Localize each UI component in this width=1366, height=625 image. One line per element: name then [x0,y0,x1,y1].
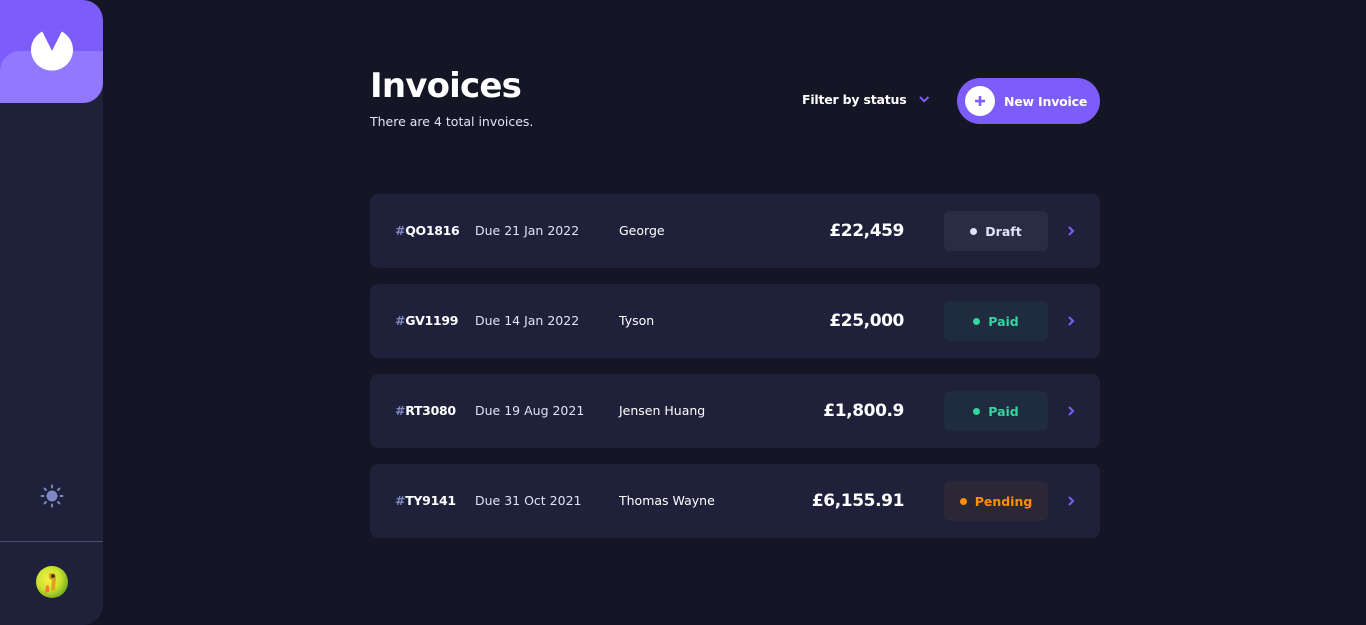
invoice-client-name: Tyson [619,313,655,328]
invoice-client-name: George [619,223,665,238]
invoice-count-text: There are 4 total invoices. [370,114,534,129]
invoice-row[interactable]: #QO1816 Due 21 Jan 2022 George £22,459 D… [370,194,1100,268]
invoice-id: #GV1199 [395,313,459,328]
status-dot [959,497,967,505]
invoice-client-name: Thomas Wayne [619,493,715,508]
filter-by-status-dropdown[interactable]: Filter by status [802,92,930,107]
invoice-amount: £22,459 [829,221,904,241]
sun-icon[interactable] [40,484,64,508]
chevron-right-icon [1068,316,1075,326]
invoice-due-date: Due 21 Jan 2022 [475,223,580,238]
status-badge: Paid [944,391,1048,431]
avatar-image [36,566,68,598]
status-badge: Pending [944,481,1048,521]
status-label: Paid [988,403,1019,419]
status-dot [970,227,978,235]
invoice-amount: £1,800.9 [823,401,904,421]
status-label: Draft [985,223,1022,239]
sidebar-divider [0,541,103,542]
status-badge: Paid [944,301,1048,341]
invoice-row[interactable]: #TY9141 Due 31 Oct 2021 Thomas Wayne £6,… [370,464,1100,538]
plus-icon [965,86,995,116]
chevron-right-icon [1068,406,1075,416]
invoice-due-date: Due 19 Aug 2021 [475,403,585,418]
sidebar [0,0,103,625]
chevron-right-icon [1068,226,1075,236]
user-avatar[interactable] [36,566,68,598]
new-invoice-label: New Invoice [1004,93,1088,109]
invoice-row[interactable]: #RT3080 Due 19 Aug 2021 Jensen Huang £1,… [370,374,1100,448]
filter-label: Filter by status [802,92,907,107]
app-logo-icon [31,31,73,71]
invoice-client-name: Jensen Huang [619,403,706,418]
status-label: Pending [974,493,1033,509]
invoice-due-date: Due 31 Oct 2021 [475,493,582,508]
invoice-row[interactable]: #GV1199 Due 14 Jan 2022 Tyson £25,000 Pa… [370,284,1100,358]
status-label: Paid [988,313,1019,329]
invoice-list: #QO1816 Due 21 Jan 2022 George £22,459 D… [370,194,1100,554]
invoice-id: #QO1816 [395,223,460,238]
invoice-due-date: Due 14 Jan 2022 [475,313,580,328]
invoice-amount: £6,155.91 [811,491,905,511]
invoice-id: #RT3080 [395,403,456,418]
status-dot [973,317,981,325]
new-invoice-button[interactable]: New Invoice [957,78,1100,124]
page-title: Invoices [370,66,522,106]
status-badge: Draft [944,211,1048,251]
invoice-id: #TY9141 [395,493,456,508]
chevron-down-icon [918,96,929,103]
invoice-amount: £25,000 [829,311,904,331]
app-logo[interactable] [0,0,103,103]
status-dot [973,407,981,415]
chevron-right-icon [1068,496,1075,506]
